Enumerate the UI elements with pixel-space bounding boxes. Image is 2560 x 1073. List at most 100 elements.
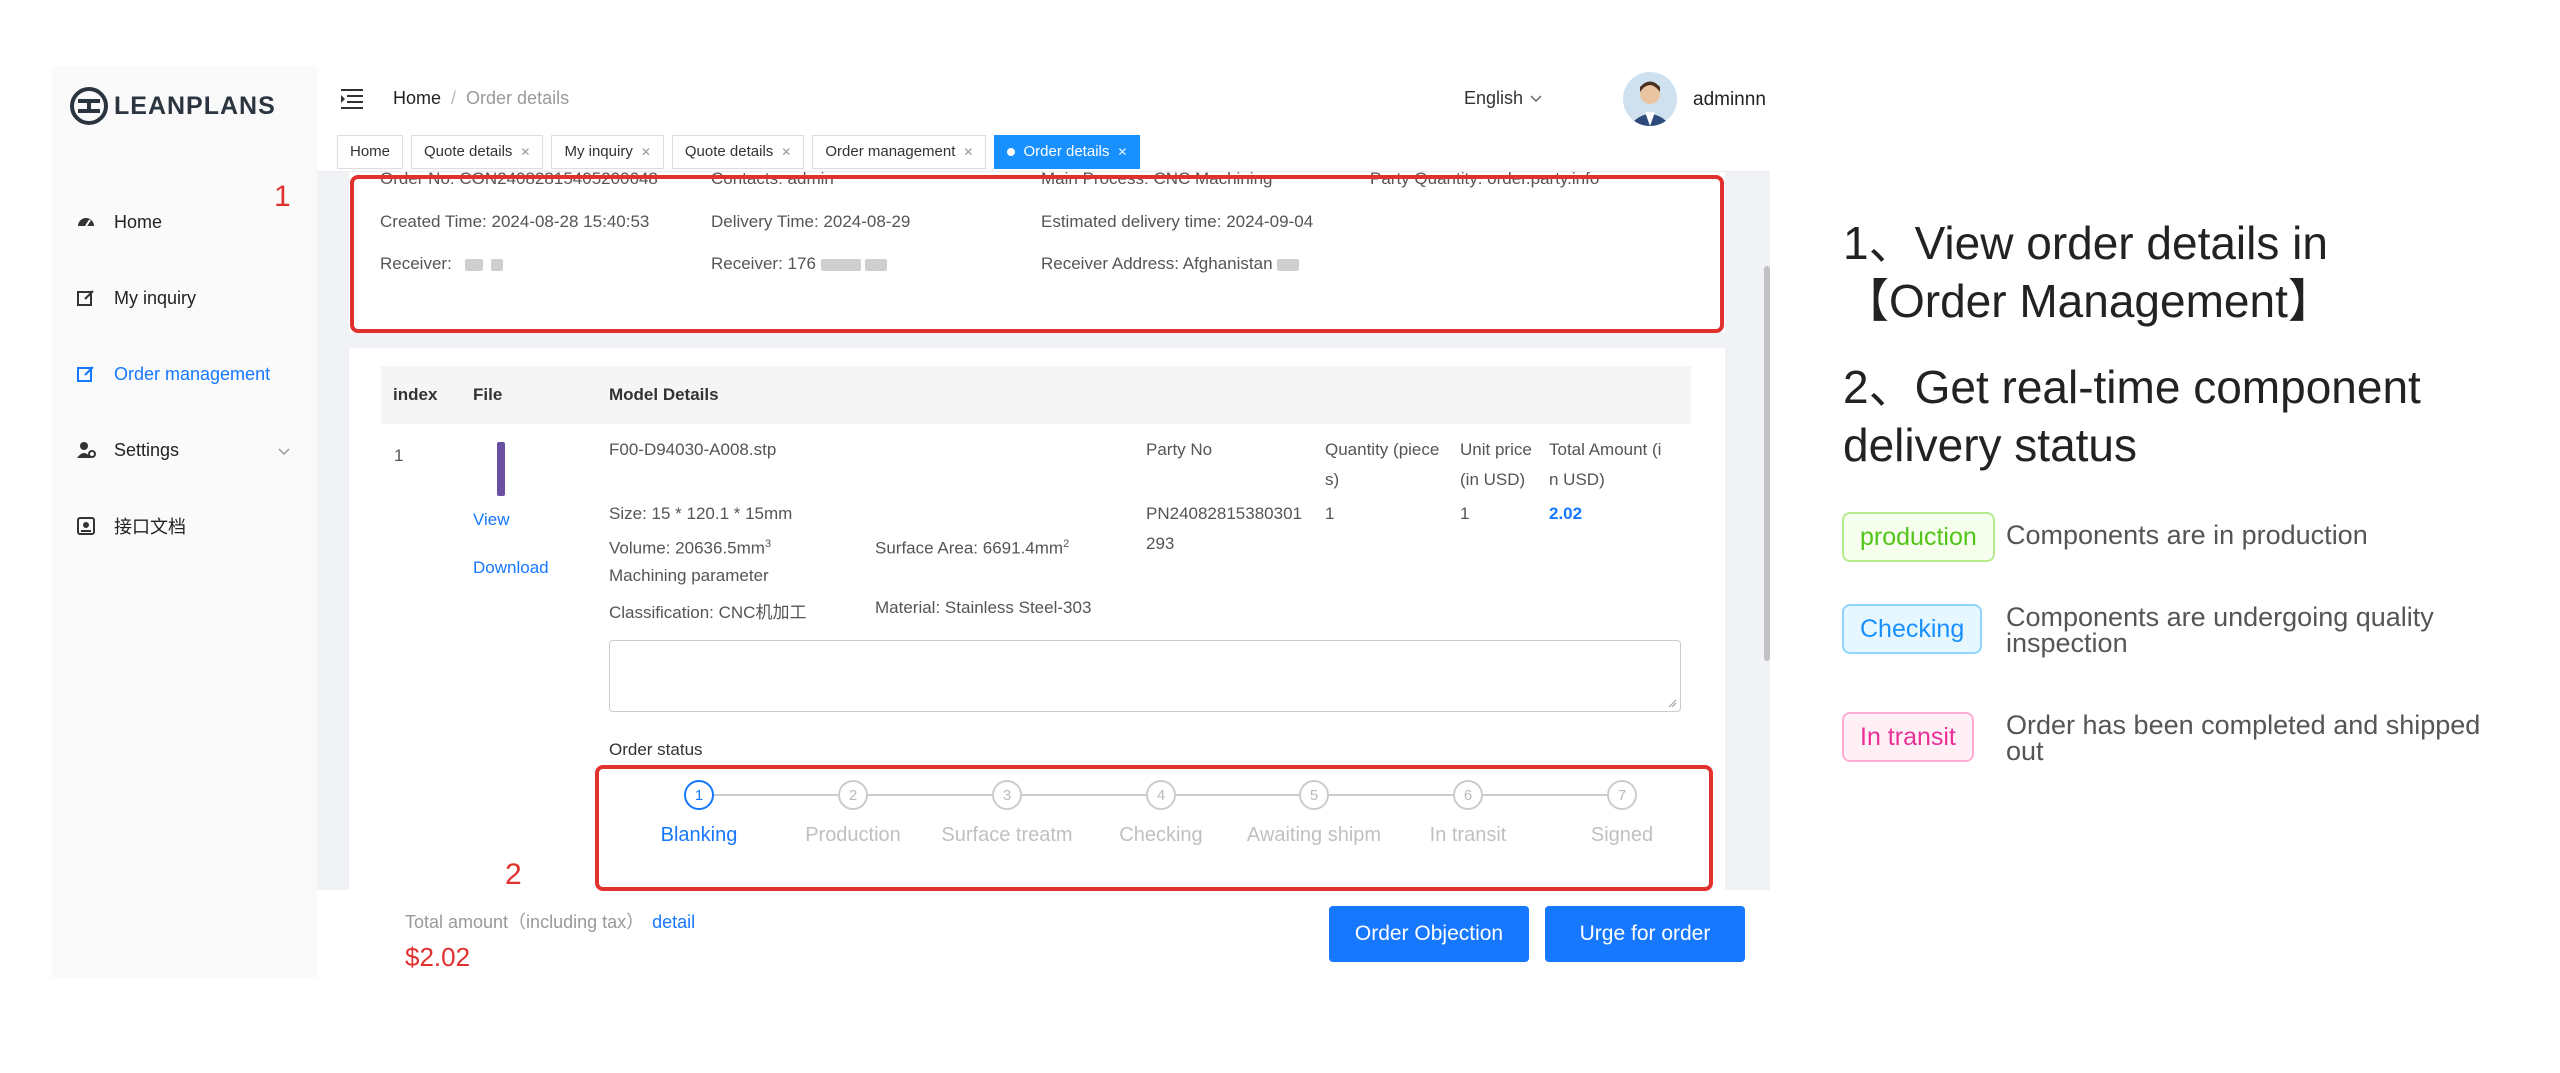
breadcrumb-home[interactable]: Home: [393, 88, 441, 109]
annotation-number-2: 2: [505, 858, 522, 890]
close-icon[interactable]: ✕: [781, 145, 791, 159]
brand-logo[interactable]: LEANPLANS: [70, 84, 276, 128]
total-amount-text: Total amount（including tax）: [405, 912, 645, 932]
sidebar-item-api-docs[interactable]: 接口文档: [52, 500, 317, 552]
total-amount-header-cont: n USD): [1549, 470, 1605, 489]
model-surface-area: Surface Area: 6691.4mm2: [875, 538, 1069, 559]
order-footer: Total amount（including tax） detail $2.02 …: [317, 890, 1770, 978]
username[interactable]: adminnn: [1693, 89, 1766, 111]
edit-icon: [74, 286, 98, 310]
quantity-header: Quantity (piece: [1325, 440, 1440, 459]
close-icon[interactable]: ✕: [963, 145, 973, 159]
remark-textarea[interactable]: [609, 640, 1681, 712]
area-unit-exponent: 2: [1063, 538, 1070, 550]
tab-home[interactable]: Home: [337, 134, 404, 169]
unit-price-header: Unit price: [1460, 440, 1532, 459]
legend-text-production: Components are in production: [2006, 520, 2368, 550]
sidebar-item-label: Home: [114, 211, 163, 232]
edit-icon: [74, 362, 98, 386]
highlight-box-order-info: [350, 175, 1724, 333]
tab-order-management[interactable]: Order management ✕: [812, 134, 987, 169]
language-selector[interactable]: English: [1464, 88, 1543, 109]
volume-value: 20636.5mm: [675, 538, 765, 558]
volume-label: Volume:: [609, 538, 671, 558]
model-material: Material: Stainless Steel-303: [875, 598, 1091, 618]
order-objection-button[interactable]: Order Objection: [1329, 906, 1529, 962]
logo-icon: [70, 87, 108, 125]
material-label: Material:: [875, 598, 941, 617]
party-no-value-cont: 293: [1146, 534, 1175, 553]
close-icon[interactable]: ✕: [520, 145, 530, 159]
sidebar-item-my-inquiry[interactable]: My inquiry: [52, 272, 317, 324]
vertical-scrollbar[interactable]: [1764, 266, 1770, 661]
resize-handle-icon[interactable]: [1667, 698, 1677, 708]
legend-text-checking: Components are undergoing quality: [2006, 602, 2434, 632]
tab-label: Quote details: [424, 143, 513, 160]
chevron-down-icon: [1530, 94, 1542, 102]
tab-label: My inquiry: [564, 143, 633, 160]
quantity-header-cont: s): [1325, 470, 1340, 489]
legend-text-in-transit: Order has been completed and shipped: [2006, 710, 2481, 740]
header-file: File: [473, 385, 503, 404]
area-value: 6691.4mm: [982, 538, 1064, 558]
breadcrumb-current: Order details: [466, 88, 570, 108]
active-dot-icon: [1007, 147, 1016, 156]
sidebar: LEANPLANS Home My inquiry Order manageme…: [52, 66, 317, 978]
sidebar-item-settings[interactable]: Settings: [52, 424, 317, 476]
tab-order-details[interactable]: Order details ✕: [994, 134, 1141, 169]
status-badge-production: production: [1842, 512, 1995, 562]
total-amount-value: 2.02: [1549, 504, 1583, 523]
material-value: Stainless Steel-303: [944, 598, 1092, 617]
classification-value: CNC机加工: [718, 603, 807, 622]
model-filename: F00-D94030-A008.stp: [609, 440, 777, 459]
model-size: Size: 15 * 120.1 * 15mm: [609, 504, 792, 524]
sidebar-item-label: Settings: [114, 439, 180, 460]
sidebar-item-label: 接口文档: [114, 517, 186, 537]
tab-label: Home: [350, 143, 391, 160]
user-settings-icon: [74, 438, 98, 462]
view-link[interactable]: View: [473, 510, 510, 530]
model-classification: Classification: CNC机加工: [609, 598, 806, 623]
explain-line-1a: 1、View order details in: [1843, 217, 2328, 269]
model-volume: Volume: 20636.5mm3: [609, 538, 771, 559]
size-label: Size:: [609, 504, 647, 523]
close-icon[interactable]: ✕: [1117, 145, 1127, 159]
explain-line-2a: 2、Get real-time component: [1843, 361, 2421, 413]
machining-parameter: Machining parameter: [609, 566, 769, 585]
unit-price-value: 1: [1460, 504, 1470, 523]
tab-label: Order management: [825, 143, 956, 160]
detail-link[interactable]: detail: [652, 912, 695, 932]
dashboard-icon: [74, 210, 98, 234]
close-icon[interactable]: ✕: [641, 145, 651, 159]
sidebar-item-label: Order management: [114, 363, 271, 384]
chevron-down-icon: [277, 441, 291, 462]
sidebar-item-order-management[interactable]: Order management: [52, 348, 317, 400]
table-header: index File Model Details: [381, 366, 1691, 424]
volume-unit-exponent: 3: [764, 538, 772, 550]
tab-quote-details-2[interactable]: Quote details ✕: [671, 134, 805, 169]
party-no-header: Party No: [1146, 440, 1213, 459]
sidebar-item-label: My inquiry: [114, 287, 197, 308]
avatar[interactable]: [1623, 72, 1677, 126]
doc-icon: [74, 514, 98, 538]
explain-line-1b: 【Order Management】: [1843, 275, 2334, 327]
menu-toggle-icon[interactable]: [341, 88, 365, 115]
urge-for-order-button[interactable]: Urge for order: [1545, 906, 1745, 962]
classification-label: Classification:: [609, 603, 714, 622]
party-no-value: PN24082815380301: [1146, 504, 1302, 523]
tab-bar: Home Quote details ✕ My inquiry ✕ Quote …: [317, 132, 1770, 172]
row-index: 1: [394, 446, 404, 465]
breadcrumb-separator: /: [451, 88, 457, 108]
header: Home / Order details English adminnn: [317, 66, 1770, 132]
breadcrumb: Home / Order details: [393, 88, 569, 109]
order-status-title: Order status: [609, 740, 703, 759]
tab-quote-details[interactable]: Quote details ✕: [411, 134, 544, 169]
tab-my-inquiry[interactable]: My inquiry ✕: [551, 134, 664, 169]
download-link[interactable]: Download: [473, 558, 549, 578]
explain-line-2b: delivery status: [1843, 419, 2138, 471]
annotation-number-1: 1: [274, 180, 291, 213]
status-badge-in-transit: In transit: [1842, 712, 1974, 762]
brand-name: LEANPLANS: [114, 91, 276, 120]
model-thumbnail[interactable]: [497, 442, 505, 496]
app-window: LEANPLANS Home My inquiry Order manageme…: [52, 66, 1770, 978]
